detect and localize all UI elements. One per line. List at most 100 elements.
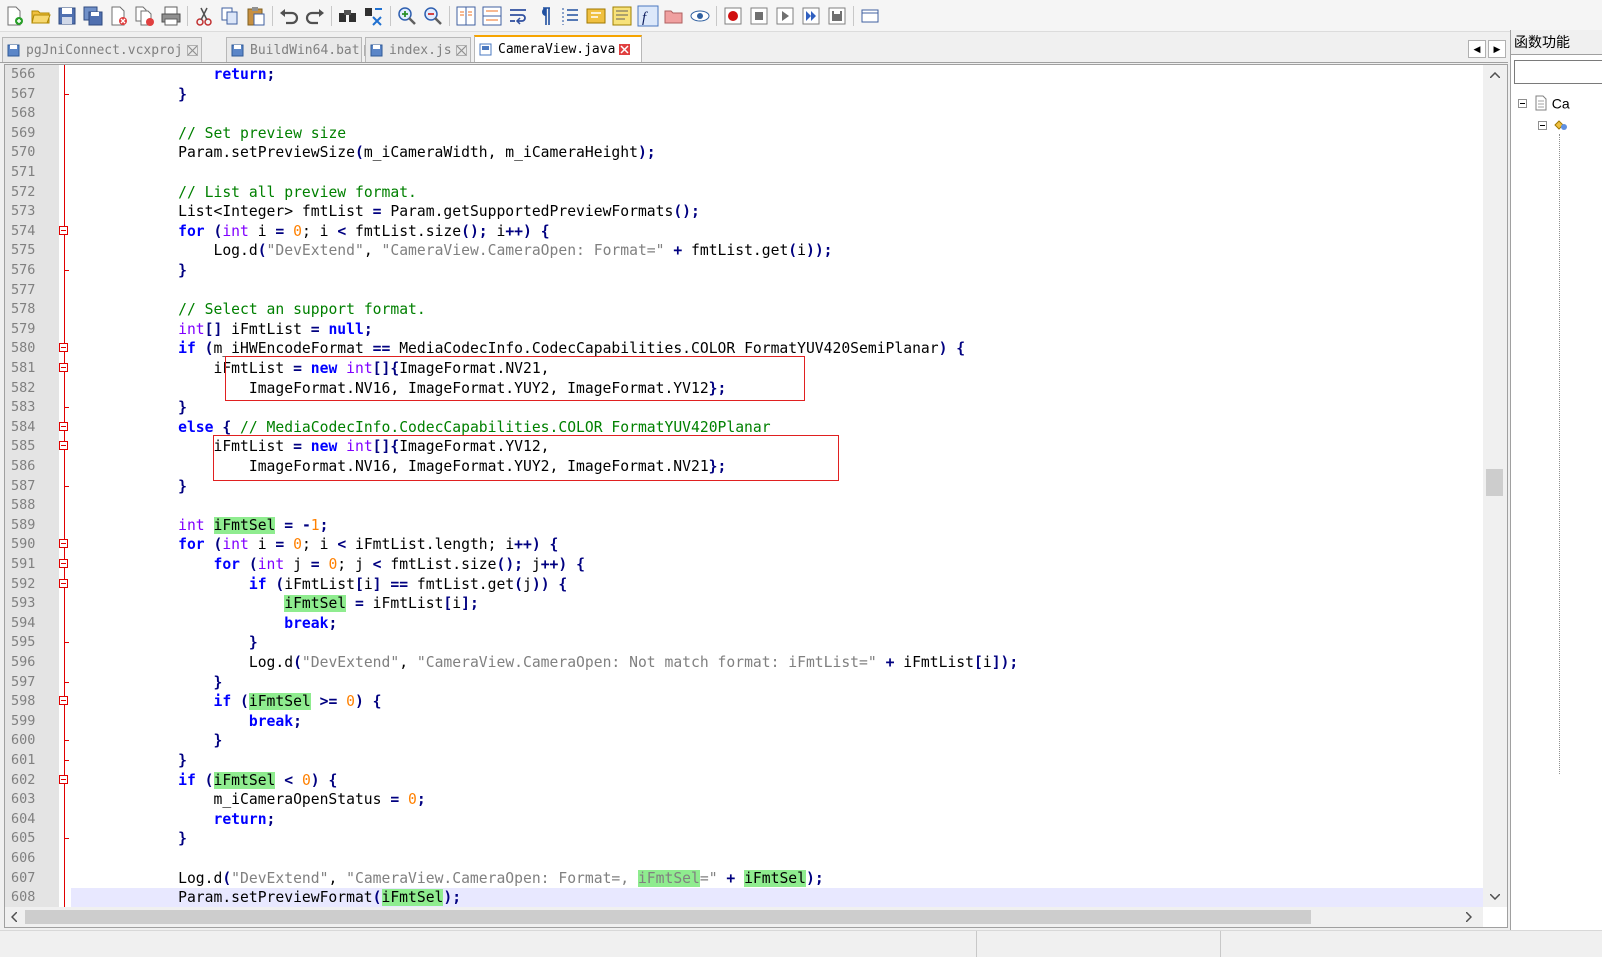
code-text[interactable]: break; bbox=[72, 614, 337, 634]
code-line[interactable]: 594 break; bbox=[5, 614, 1483, 634]
save-button[interactable] bbox=[56, 5, 78, 27]
redo-button[interactable] bbox=[304, 5, 326, 27]
code-text[interactable]: // List all preview format. bbox=[72, 183, 417, 203]
horizontal-scrollbar[interactable] bbox=[5, 907, 1483, 927]
code-text[interactable]: for (int i = 0; i < iFmtList.length; i++… bbox=[72, 535, 558, 555]
code-text[interactable]: // Select an support format. bbox=[72, 300, 426, 320]
code-line[interactable]: 596 Log.d("DevExtend", "CameraView.Camer… bbox=[5, 653, 1483, 673]
function-search-input[interactable] bbox=[1514, 60, 1602, 84]
code-line[interactable]: 601 } bbox=[5, 751, 1483, 771]
code-line[interactable]: 570 Param.setPreviewSize(m_iCameraWidth,… bbox=[5, 143, 1483, 163]
tab-4[interactable]: CameraView.java bbox=[474, 35, 642, 62]
fold-toggle-icon[interactable] bbox=[59, 696, 68, 706]
indent-guide-button[interactable] bbox=[559, 5, 581, 27]
code-line[interactable]: 567 } bbox=[5, 85, 1483, 105]
scroll-right-button[interactable] bbox=[1460, 907, 1478, 927]
code-line[interactable]: 578 // Select an support format. bbox=[5, 300, 1483, 320]
code-line[interactable]: 602 if (iFmtSel < 0) { bbox=[5, 771, 1483, 791]
code-line[interactable]: 603 m_iCameraOpenStatus = 0; bbox=[5, 790, 1483, 810]
code-line[interactable]: 607 Log.d("DevExtend", "CameraView.Camer… bbox=[5, 869, 1483, 889]
code-line[interactable]: 568 bbox=[5, 104, 1483, 124]
print-button[interactable] bbox=[160, 5, 182, 27]
fold-toggle-icon[interactable] bbox=[59, 421, 68, 431]
code-text[interactable]: } bbox=[72, 829, 187, 849]
code-text[interactable]: if (iFmtSel >= 0) { bbox=[72, 692, 382, 712]
function-tree[interactable]: Ca bbox=[1511, 90, 1602, 930]
code-text[interactable]: } bbox=[72, 673, 222, 693]
code-text[interactable]: int iFmtSel = -1; bbox=[72, 516, 328, 536]
code-text[interactable]: } bbox=[72, 261, 187, 281]
code-line[interactable]: 574 for (int i = 0; i < fmtList.size(); … bbox=[5, 222, 1483, 242]
replace-button[interactable] bbox=[363, 5, 385, 27]
document-map-button[interactable] bbox=[611, 5, 633, 27]
code-text[interactable]: Param.setPreviewSize(m_iCameraWidth, m_i… bbox=[72, 143, 656, 163]
code-line[interactable]: 569 // Set preview size bbox=[5, 124, 1483, 144]
code-text[interactable]: return; bbox=[72, 65, 275, 85]
code-text[interactable]: } bbox=[72, 731, 222, 751]
tab-scroll-left-button[interactable]: ◀ bbox=[1468, 40, 1486, 58]
code-line[interactable]: 605 } bbox=[5, 829, 1483, 849]
code-editor[interactable]: 566 return; 567 } 568 569 // Set preview si… bbox=[4, 64, 1508, 928]
tree-child-node[interactable] bbox=[1538, 116, 1567, 132]
code-line[interactable]: 600 } bbox=[5, 731, 1483, 751]
code-text[interactable]: for (int i = 0; i < fmtList.size(); i++)… bbox=[72, 222, 549, 242]
code-text[interactable]: Param.setPreviewFormat(iFmtSel); bbox=[72, 888, 461, 908]
open-file-button[interactable] bbox=[30, 5, 52, 27]
undo-button[interactable] bbox=[278, 5, 300, 27]
close-button[interactable] bbox=[108, 5, 130, 27]
code-line[interactable]: 573 List<Integer> fmtList = Param.getSup… bbox=[5, 202, 1483, 222]
run-macro-multiple-button[interactable] bbox=[800, 5, 822, 27]
code-text[interactable]: Log.d("DevExtend", "CameraView.CameraOpe… bbox=[72, 653, 1018, 673]
code-text[interactable]: m_iCameraOpenStatus = 0; bbox=[72, 790, 425, 810]
record-macro-button[interactable] bbox=[722, 5, 744, 27]
code-line[interactable]: 577 bbox=[5, 281, 1483, 301]
close-icon[interactable] bbox=[619, 44, 631, 55]
code-line[interactable]: 608 Param.setPreviewFormat(iFmtSel); bbox=[5, 888, 1483, 908]
fold-toggle-icon[interactable] bbox=[59, 343, 68, 353]
tab-1[interactable]: pgJniConnect.vcxproj bbox=[2, 37, 202, 62]
tab-scroll-right-button[interactable]: ▶ bbox=[1488, 40, 1506, 58]
code-line[interactable]: 576 } bbox=[5, 261, 1483, 281]
scroll-down-button[interactable] bbox=[1483, 887, 1507, 907]
word-wrap-button[interactable] bbox=[507, 5, 529, 27]
code-text[interactable]: return; bbox=[72, 810, 275, 830]
code-line[interactable]: 588 bbox=[5, 496, 1483, 516]
new-file-button[interactable] bbox=[4, 5, 26, 27]
function-list-button[interactable]: f bbox=[637, 5, 659, 27]
monitoring-button[interactable] bbox=[689, 5, 711, 27]
code-line[interactable]: 599 break; bbox=[5, 712, 1483, 732]
code-text[interactable]: } bbox=[72, 633, 258, 653]
code-text[interactable]: Log.d("DevExtend", "CameraView.CameraOpe… bbox=[72, 241, 832, 261]
zoom-in-button[interactable] bbox=[396, 5, 418, 27]
code-text[interactable]: List<Integer> fmtList = Param.getSupport… bbox=[72, 202, 700, 222]
language-button[interactable] bbox=[585, 5, 607, 27]
code-text[interactable]: } bbox=[72, 398, 187, 418]
code-area[interactable]: 566 return; 567 } 568 569 // Set preview si… bbox=[5, 65, 1483, 908]
play-macro-button[interactable] bbox=[774, 5, 796, 27]
code-text[interactable]: iFmtSel = iFmtList[i]; bbox=[72, 594, 479, 614]
code-line[interactable]: 604 return; bbox=[5, 810, 1483, 830]
save-macro-button[interactable] bbox=[826, 5, 848, 27]
fold-toggle-icon[interactable] bbox=[59, 539, 68, 549]
show-all-chars-button[interactable] bbox=[533, 5, 555, 27]
code-line[interactable]: 598 if (iFmtSel >= 0) { bbox=[5, 692, 1483, 712]
code-line[interactable]: 566 return; bbox=[5, 65, 1483, 85]
code-line[interactable]: 571 bbox=[5, 163, 1483, 183]
code-line[interactable]: 590 for (int i = 0; i < iFmtList.length;… bbox=[5, 535, 1483, 555]
code-line[interactable]: 606 bbox=[5, 849, 1483, 869]
code-text[interactable]: // Set preview size bbox=[72, 124, 346, 144]
collapse-icon[interactable] bbox=[1538, 120, 1547, 130]
scroll-left-button[interactable] bbox=[5, 907, 23, 927]
code-line[interactable]: 593 iFmtSel = iFmtList[i]; bbox=[5, 594, 1483, 614]
code-text[interactable]: } bbox=[72, 751, 187, 771]
code-text[interactable]: int[] iFmtList = null; bbox=[72, 320, 373, 340]
cut-button[interactable] bbox=[193, 5, 215, 27]
fold-toggle-icon[interactable] bbox=[59, 578, 68, 588]
code-text[interactable]: Log.d("DevExtend", "CameraView.CameraOpe… bbox=[72, 869, 824, 889]
code-line[interactable]: 591 for (int j = 0; j < fmtList.size(); … bbox=[5, 555, 1483, 575]
code-text[interactable]: } bbox=[72, 477, 187, 497]
folder-workspace-button[interactable] bbox=[663, 5, 685, 27]
zoom-out-button[interactable] bbox=[422, 5, 444, 27]
code-line[interactable]: 579 int[] iFmtList = null; bbox=[5, 320, 1483, 340]
tree-root-node[interactable]: Ca bbox=[1518, 94, 1570, 111]
